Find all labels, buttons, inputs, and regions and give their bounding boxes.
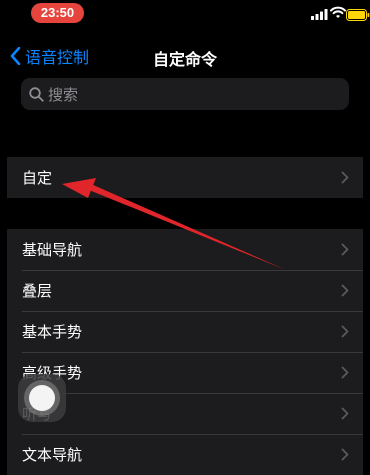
assistive-touch-button[interactable] bbox=[18, 374, 66, 422]
